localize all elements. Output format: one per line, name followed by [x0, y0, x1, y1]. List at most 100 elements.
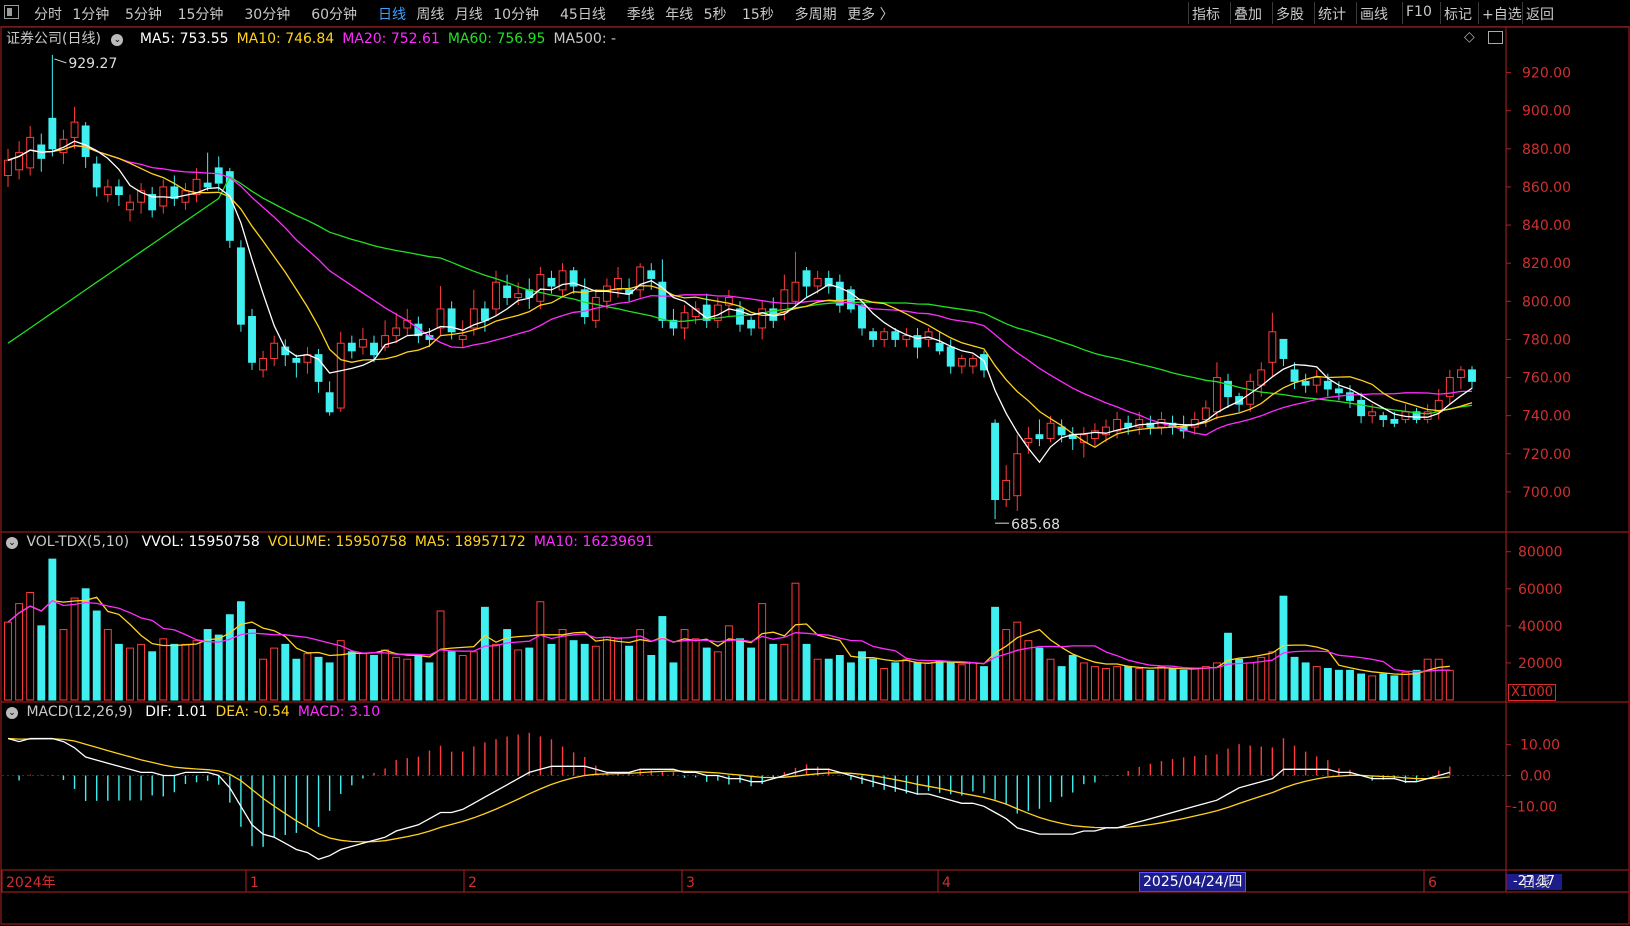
- candle-body: [957, 357, 966, 367]
- ma-label-0: MA5: 753.55: [139, 31, 229, 47]
- tab-period-0[interactable]: 分时: [34, 4, 62, 24]
- volume-bar: [458, 655, 467, 701]
- toolbar-separator: [1230, 2, 1231, 24]
- volume-ma5-line: [7, 596, 1450, 676]
- macd-tick-label-0: 10.00: [1520, 738, 1560, 754]
- tab-period-1[interactable]: 1分钟: [72, 4, 109, 24]
- tab-period-9[interactable]: 10分钟: [493, 4, 539, 24]
- volume-bar: [1090, 666, 1099, 701]
- x-label-1: 1: [250, 875, 259, 891]
- tab-period-3[interactable]: 15分钟: [178, 4, 224, 24]
- tab-period-7[interactable]: 周线: [416, 4, 444, 24]
- candle-body: [569, 270, 578, 287]
- volume-bar: [414, 655, 423, 701]
- volume-bar: [1146, 669, 1155, 701]
- tab-period-6[interactable]: 日线: [378, 4, 406, 24]
- candle-body: [1290, 369, 1299, 382]
- tab-period-4[interactable]: 30分钟: [244, 4, 290, 24]
- volume-bar: [381, 649, 390, 701]
- volume-bar: [281, 643, 290, 701]
- toolbar-button-1[interactable]: 叠加: [1234, 4, 1262, 24]
- volume-bar: [1445, 669, 1454, 701]
- candle-body: [1079, 434, 1088, 443]
- toolbar-button-3[interactable]: 统计: [1318, 4, 1346, 24]
- candle-body: [1323, 380, 1332, 390]
- tab-period-10[interactable]: 45日线: [560, 4, 606, 24]
- price-legend: 证券公司(日线) ⌄ MA5: 753.55 MA10: 746.84 MA20: …: [6, 28, 616, 48]
- macd-label-2: MACD: 3.10: [297, 704, 381, 720]
- toolbar-button-4[interactable]: 画线: [1360, 4, 1388, 24]
- x-label-2: 2: [468, 875, 477, 891]
- price-tick-label-6: 800.00: [1522, 294, 1571, 310]
- tab-period-15[interactable]: 多周期: [795, 4, 837, 24]
- diamond-icon[interactable]: ◇: [1464, 29, 1475, 45]
- candle-body: [92, 163, 101, 188]
- panel-toggle-icon[interactable]: [1488, 31, 1503, 44]
- candle-body: [48, 117, 57, 150]
- volume-bar: [913, 662, 922, 701]
- price-tick-label-11: 700.00: [1522, 485, 1571, 501]
- volume-bar: [1157, 666, 1166, 701]
- tab-period-2[interactable]: 5分钟: [125, 4, 162, 24]
- candle-body: [1002, 479, 1011, 501]
- macd-tick-label-2: -10.00: [1512, 799, 1557, 815]
- kline-chart[interactable]: 920.00 900.00 880.00 860.00 840.00 820.00 800.…: [0, 0, 1630, 926]
- toolbar-button-7[interactable]: +自选: [1482, 4, 1522, 24]
- toolbar-button-5[interactable]: F10: [1406, 4, 1432, 20]
- chevron-down-icon[interactable]: ⌄: [6, 707, 18, 719]
- toolbar-button-0[interactable]: 指标: [1192, 4, 1220, 24]
- candle-body: [913, 335, 922, 348]
- candle-body: [1024, 438, 1033, 443]
- candle-body: [480, 308, 489, 321]
- volume-bar: [1046, 658, 1055, 701]
- chevron-down-icon[interactable]: ⌄: [6, 537, 18, 549]
- volume-bar: [403, 658, 412, 701]
- volume-bar: [780, 643, 789, 701]
- volume-label-2: MA5: 18957172: [414, 534, 526, 550]
- toolbar-button-8[interactable]: 返回: [1526, 4, 1554, 24]
- candle-body: [791, 281, 800, 302]
- tab-period-5[interactable]: 60分钟: [311, 4, 357, 24]
- tab-period-11[interactable]: 季线: [627, 4, 655, 24]
- volume-bar: [1323, 667, 1332, 701]
- volume-bar: [569, 640, 578, 701]
- price-tick-label-7: 780.00: [1522, 332, 1571, 348]
- tab-period-16[interactable]: 更多 〉: [847, 4, 893, 24]
- candle-body: [1268, 331, 1277, 363]
- volume-bar: [647, 655, 656, 701]
- volume-label-3: MA10: 16239691: [533, 534, 654, 550]
- volume-bar: [292, 658, 301, 701]
- menu-icon[interactable]: [4, 5, 19, 19]
- volume-bar: [791, 582, 800, 701]
- candle-body: [392, 327, 401, 337]
- candle-body: [1190, 418, 1199, 428]
- candle-body: [1035, 434, 1044, 440]
- tab-period-14[interactable]: 15秒: [742, 4, 774, 24]
- volume-bar: [1334, 669, 1343, 701]
- x-label-3: 3: [686, 875, 695, 891]
- tab-period-13[interactable]: 5秒: [704, 4, 727, 24]
- candle-body: [1401, 411, 1410, 420]
- candle-body: [1246, 380, 1255, 405]
- toolbar-button-6[interactable]: 标记: [1444, 4, 1472, 24]
- volume-bar: [602, 636, 611, 701]
- volume-bar: [1301, 662, 1310, 701]
- candle-body: [503, 285, 512, 298]
- macd-title: MACD(12,26,9): [26, 704, 133, 720]
- tab-period-8[interactable]: 月线: [455, 4, 483, 24]
- candle-body: [591, 296, 600, 321]
- candle-body: [381, 335, 390, 348]
- volume-bar: [1434, 658, 1443, 701]
- candle-body: [625, 289, 634, 295]
- tab-period-12[interactable]: 年线: [665, 4, 693, 24]
- volume-bar: [1102, 667, 1110, 701]
- candle-body: [514, 293, 523, 298]
- chevron-down-icon[interactable]: ⌄: [111, 34, 124, 46]
- toolbar-button-2[interactable]: 多股: [1276, 4, 1304, 24]
- candle-body: [1257, 369, 1266, 386]
- volume-bar: [1390, 675, 1399, 701]
- period-label[interactable]: 日线: [1522, 872, 1550, 892]
- candle-body: [1357, 399, 1366, 417]
- candle-body: [980, 354, 988, 371]
- volume-bar: [303, 653, 312, 701]
